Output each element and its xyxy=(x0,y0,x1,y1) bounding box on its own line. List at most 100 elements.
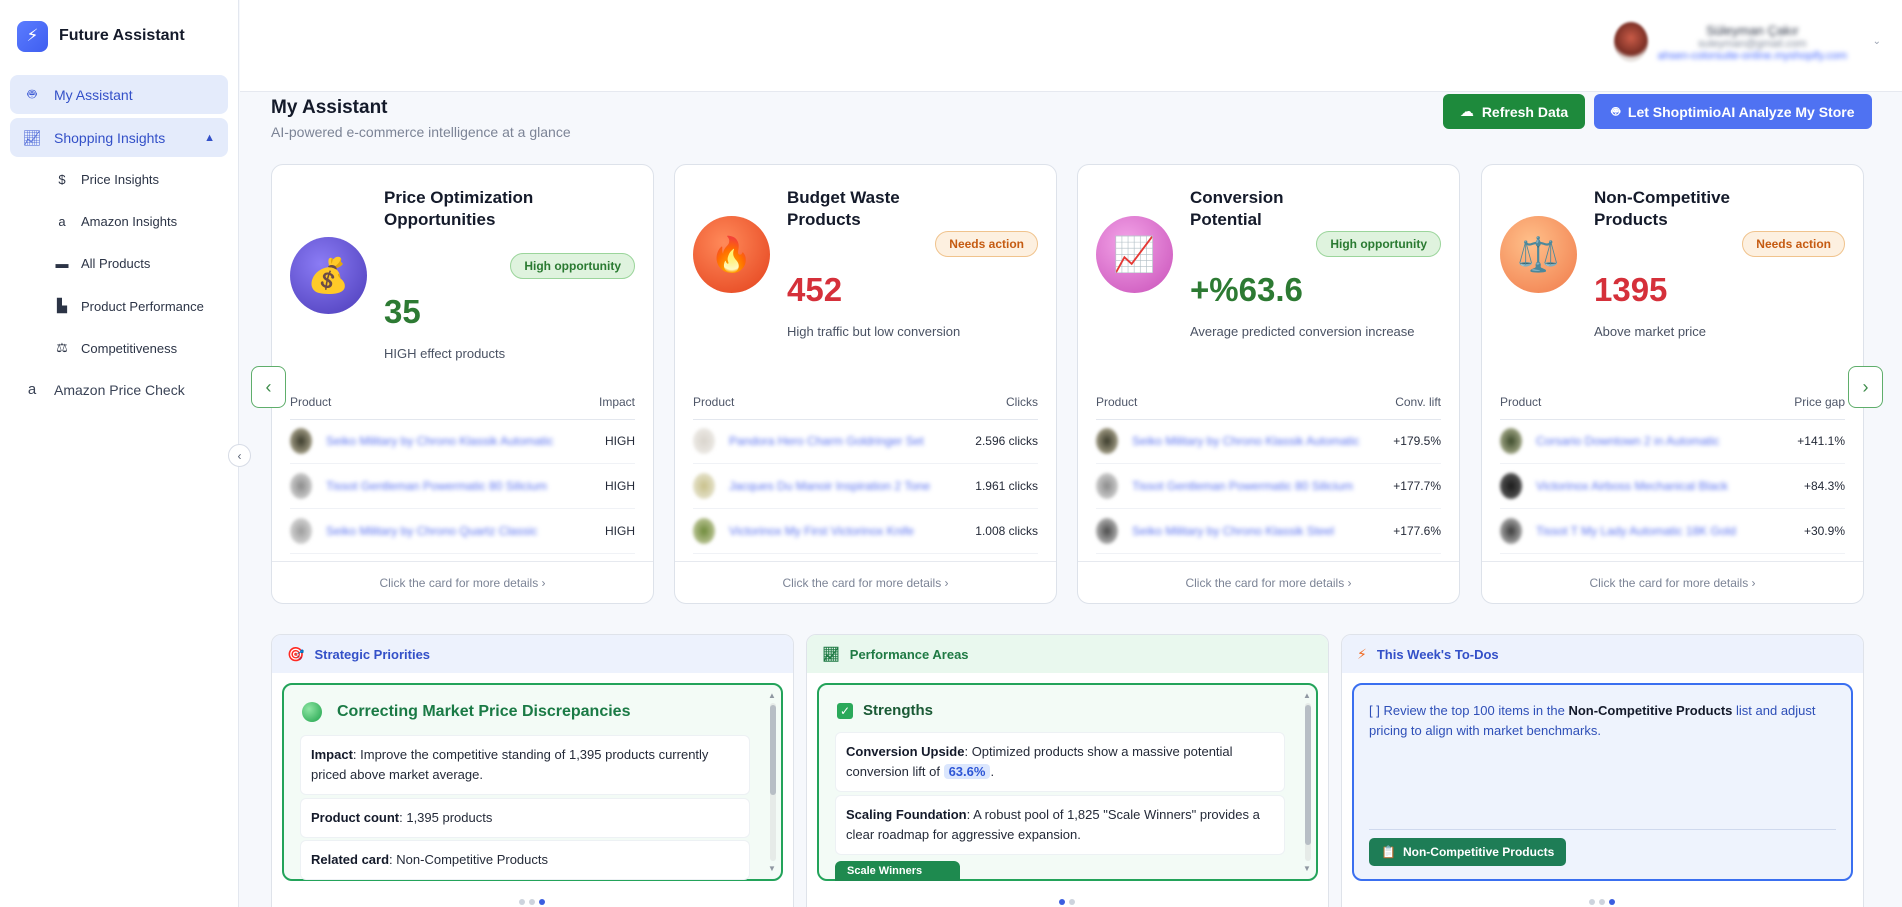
analyze-store-button[interactable]: 🤖︎ Let ShoptimioAI Analyze My Store xyxy=(1594,94,1872,129)
checkbox-icon: ✓ xyxy=(837,702,853,719)
product-name[interactable]: Tissot Gentleman Powermatic 80 Silicium xyxy=(1132,479,1381,493)
table-row[interactable]: Pandora Hero Charm Goldringer Set 2.596 … xyxy=(693,419,1038,464)
product-name[interactable]: Victorinox Airboss Mechanical Black xyxy=(1536,479,1792,493)
table-row[interactable]: Seiko Military by Chrono Klassik Automat… xyxy=(290,419,635,464)
product-thumbnail xyxy=(1096,428,1118,454)
scroll-down-icon[interactable]: ▼ xyxy=(768,864,776,873)
card-footer-link[interactable]: Click the card for more details › xyxy=(675,561,1056,603)
row-value: 2.596 clicks xyxy=(975,434,1038,448)
panel-todos: ⚡ This Week's To-Dos [ ] Review the top … xyxy=(1341,634,1864,907)
product-name[interactable]: Seiko Military by Chrono Klassik Steel xyxy=(1132,524,1381,538)
card-footer-link[interactable]: Click the card for more details › xyxy=(1078,561,1459,603)
count-box: Product count: 1,395 products xyxy=(300,798,750,838)
table-row[interactable]: Seiko Military by Chrono Klassik Steel +… xyxy=(1096,509,1441,554)
column-header: Impact xyxy=(598,395,635,409)
sidebar-subitem-label: Price Insights xyxy=(81,172,160,187)
carousel-dots[interactable] xyxy=(1059,899,1075,905)
column-header: Clicks xyxy=(1006,395,1038,409)
scale-winners-button[interactable]: Scale Winners xyxy=(835,861,960,881)
refresh-data-button[interactable]: ☁ Refresh Data xyxy=(1443,94,1585,129)
non-competitive-products-button[interactable]: 📋 Non-Competitive Products xyxy=(1369,838,1567,866)
table-row[interactable]: Seiko Military by Chrono Quartz Classic … xyxy=(290,509,635,554)
page-title: My Assistant xyxy=(271,97,388,118)
card-non-competitive[interactable]: ⚖️ Non-Competitive Products Needs action… xyxy=(1481,164,1864,604)
card-footer-link[interactable]: Click the card for more details › xyxy=(272,561,653,603)
sidebar-item-amazon-price-check[interactable]: a Amazon Price Check xyxy=(10,370,228,409)
table-row[interactable]: Jacques Du Manoir Inspiration 2 Tone 1.9… xyxy=(693,464,1038,509)
carousel-prev-button[interactable]: ‹ xyxy=(251,366,286,408)
priority-card[interactable]: Correcting Market Price Discrepancies Im… xyxy=(282,683,783,881)
product-thumbnail xyxy=(693,518,715,544)
scaling-label: Scaling Foundation xyxy=(846,807,967,822)
card-value: 1395 xyxy=(1594,271,1668,308)
row-value: 1.961 clicks xyxy=(975,479,1038,493)
table-row[interactable]: Victorinox Airboss Mechanical Black +84.… xyxy=(1500,464,1845,509)
product-thumbnail xyxy=(1500,518,1522,544)
product-name[interactable]: Seiko Military by Chrono Klassik Automat… xyxy=(1132,434,1381,448)
todo-card[interactable]: [ ] Review the top 100 items in the Non-… xyxy=(1352,683,1853,881)
caret-up-icon: ▲ xyxy=(204,131,215,144)
column-header: Product xyxy=(290,395,332,409)
card-conversion-potential[interactable]: 📈 Conversion Potential High opportunity … xyxy=(1077,164,1460,604)
scroll-up-icon[interactable]: ▲ xyxy=(768,691,776,700)
sidebar-subitem-amazon-insights[interactable]: a Amazon Insights xyxy=(55,214,177,229)
scroll-up-icon[interactable]: ▲ xyxy=(1303,691,1311,700)
sidebar-subitem-all-products[interactable]: ▬ All Products xyxy=(55,256,151,271)
product-name[interactable]: Corsario Downtown 2 in Automatic xyxy=(1536,434,1785,448)
card-budget-waste[interactable]: 🔥 Budget Waste Products Needs action 452… xyxy=(674,164,1057,604)
card-footer-link[interactable]: Click the card for more details › xyxy=(1482,561,1863,603)
product-name[interactable]: Tissot Gentleman Powermatic 80 Silicium xyxy=(326,479,593,493)
column-header: Product xyxy=(1096,395,1138,409)
table-row[interactable]: Seiko Military by Chrono Klassik Automat… xyxy=(1096,419,1441,464)
upside-value: 63.6% xyxy=(943,764,991,779)
sidebar-item-label: Amazon Price Check xyxy=(54,381,185,398)
panel-performance-areas: 📈︎ Performance Areas ✓ Strengths Convers… xyxy=(806,634,1329,907)
bolt-icon: ⚡ xyxy=(1357,645,1367,662)
impact-label: Impact xyxy=(311,747,353,762)
box-icon: ▬ xyxy=(55,256,69,271)
sidebar-item-my-assistant[interactable]: 🤖︎ My Assistant xyxy=(10,75,228,114)
card-price-optimization[interactable]: 💰 Price Optimization Opportunities High … xyxy=(271,164,654,604)
count-label: Product count xyxy=(311,810,400,825)
strengths-heading: ✓ Strengths xyxy=(837,702,933,719)
carousel-dots[interactable] xyxy=(519,899,545,905)
scroll-down-icon[interactable]: ▼ xyxy=(1303,864,1311,873)
strengths-card[interactable]: ✓ Strengths Conversion Upside: Optimized… xyxy=(817,683,1318,881)
sidebar-subitem-product-performance[interactable]: ▙ Product Performance xyxy=(55,298,204,314)
table-row[interactable]: Tissot Gentleman Powermatic 80 Silicium … xyxy=(1096,464,1441,509)
product-name[interactable]: Jacques Du Manoir Inspiration 2 Tone xyxy=(729,479,963,493)
product-name[interactable]: Seiko Military by Chrono Klassik Automat… xyxy=(326,434,593,448)
panel-strategic-priorities: 🎯 Strategic Priorities Correcting Market… xyxy=(271,634,794,907)
product-name[interactable]: Victorinox My First Victorinox Knife xyxy=(729,524,963,538)
sidebar-item-shopping-insights[interactable]: 📈︎ Shopping Insights ▲ xyxy=(10,118,228,157)
user-menu[interactable]: Süleyman Çakır suleyman@gmail.com ahsen-… xyxy=(1613,22,1881,62)
collapse-sidebar-button[interactable]: ‹ xyxy=(228,444,251,467)
top-bar: Süleyman Çakır suleyman@gmail.com ahsen-… xyxy=(240,0,1902,92)
brand[interactable]: ⚡ Future Assistant xyxy=(0,0,238,72)
related-label: Related card xyxy=(311,852,390,867)
status-dot-icon xyxy=(302,702,322,722)
carousel-dots[interactable] xyxy=(1589,899,1615,905)
table-row[interactable]: Corsario Downtown 2 in Automatic +141.1% xyxy=(1500,419,1845,464)
row-value: +179.5% xyxy=(1393,434,1441,448)
product-name[interactable]: Pandora Hero Charm Goldringer Set xyxy=(729,434,963,448)
table-row[interactable]: Victorinox My First Victorinox Knife 1.0… xyxy=(693,509,1038,554)
button-label: Non-Competitive Products xyxy=(1402,845,1555,859)
related-text: : Non-Competitive Products xyxy=(389,852,548,867)
scrollbar[interactable]: ▲ ▼ xyxy=(768,691,777,873)
carousel-next-button[interactable]: › xyxy=(1848,366,1883,408)
scrollbar[interactable]: ▲ ▼ xyxy=(1303,691,1312,873)
product-name[interactable]: Tissot T My Lady Automatic 18K Gold xyxy=(1536,524,1792,538)
sidebar-subitem-competitiveness[interactable]: ⚖︎ Competitiveness xyxy=(55,340,177,356)
column-header: Product xyxy=(1500,395,1542,409)
product-name[interactable]: Seiko Military by Chrono Quartz Classic xyxy=(326,524,593,538)
upside-label: Conversion Upside xyxy=(846,744,965,759)
sidebar-subitem-price-insights[interactable]: $ Price Insights xyxy=(55,172,159,187)
table-row[interactable]: Tissot T My Lady Automatic 18K Gold +30.… xyxy=(1500,509,1845,554)
todo-item[interactable]: [ ] Review the top 100 items in the Non-… xyxy=(1369,701,1836,741)
table-row[interactable]: Tissot Gentleman Powermatic 80 Silicium … xyxy=(290,464,635,509)
sidebar: ⚡ Future Assistant 🤖︎ My Assistant 📈︎ Sh… xyxy=(0,0,239,907)
row-value: HIGH xyxy=(605,524,635,538)
todo-text: [ ] Review the top 100 items in the xyxy=(1369,703,1569,718)
sidebar-subitem-label: Amazon Insights xyxy=(81,214,178,229)
